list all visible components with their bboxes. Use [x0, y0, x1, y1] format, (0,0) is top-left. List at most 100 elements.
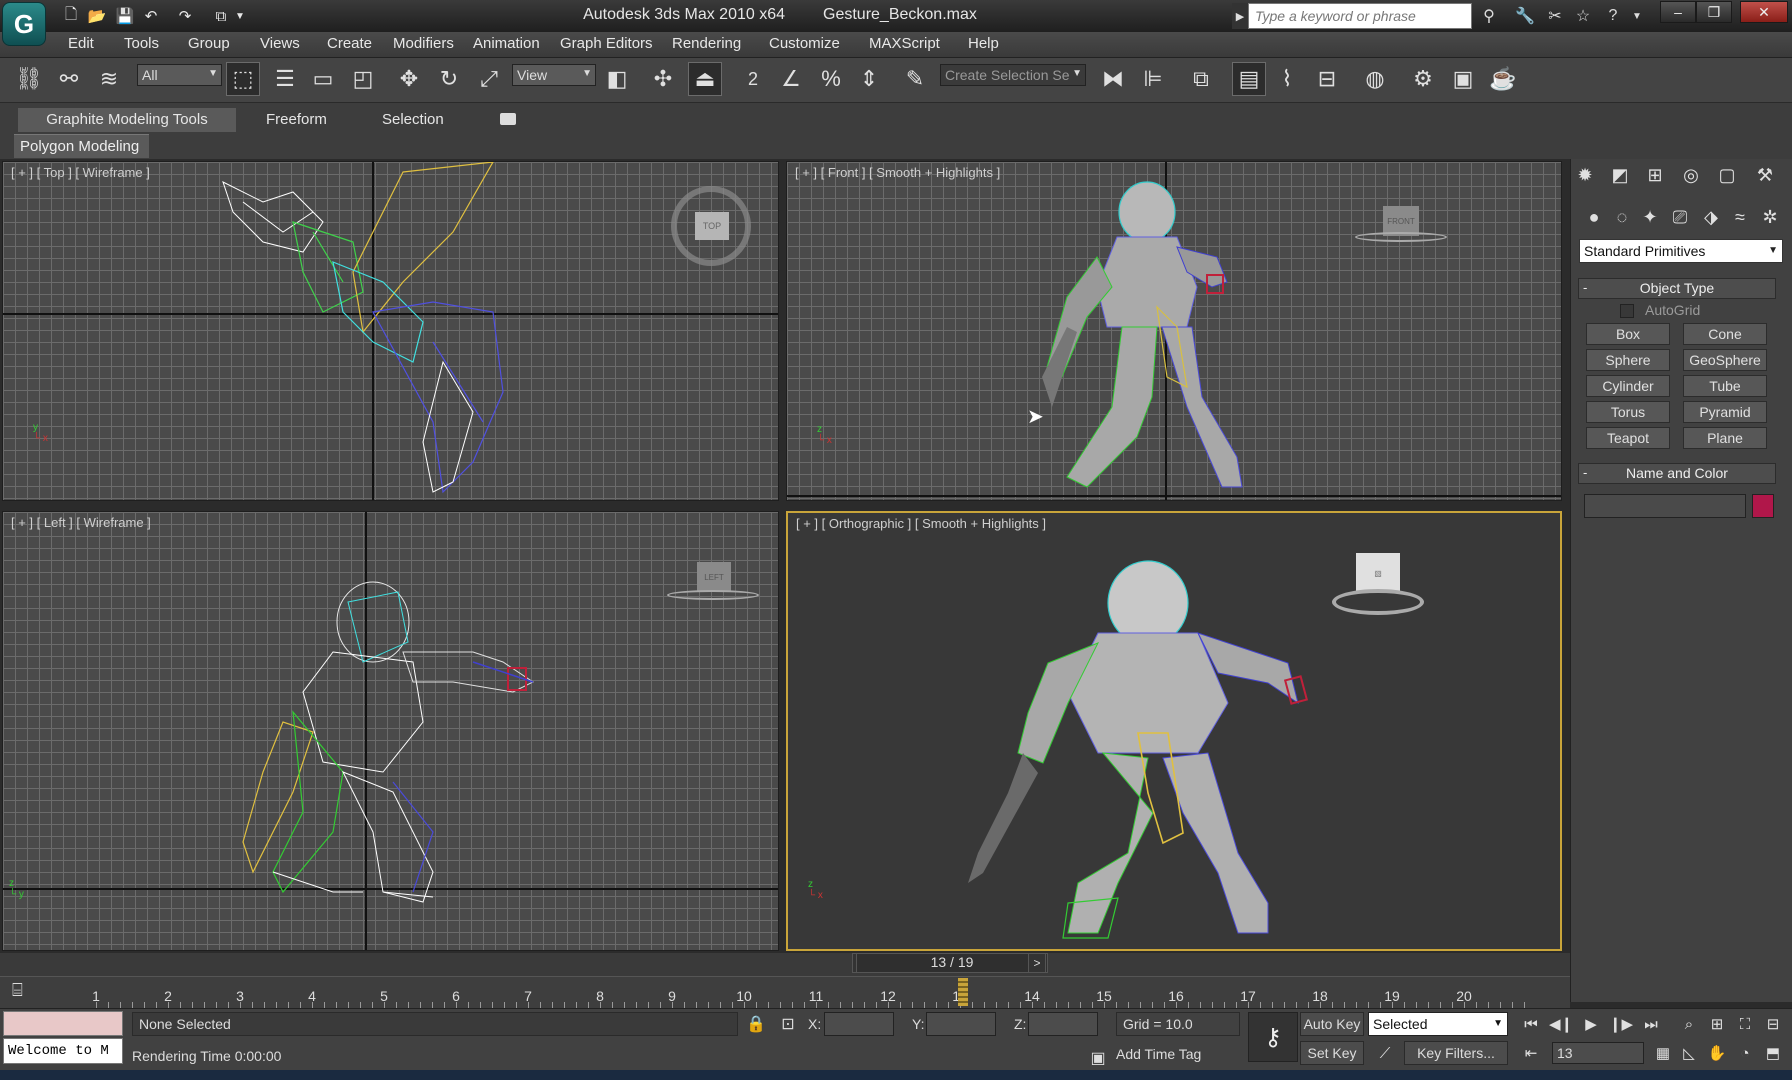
z-coord-field[interactable] — [1028, 1012, 1098, 1036]
torus-button[interactable]: Torus — [1586, 401, 1670, 423]
menu-group[interactable]: Group — [188, 35, 230, 52]
tab-freeform[interactable]: Freeform — [258, 108, 348, 132]
snaps-toggle-icon[interactable]: 2 — [736, 62, 770, 96]
viewcube-left-face[interactable]: LEFT — [697, 562, 731, 592]
polygon-modeling-panel-button[interactable]: Polygon Modeling — [14, 134, 149, 158]
menu-customize[interactable]: Customize — [769, 35, 840, 52]
hierarchy-tab-icon[interactable]: ⊞ — [1642, 162, 1668, 188]
sphere-button[interactable]: Sphere — [1586, 349, 1670, 371]
menu-maxscript[interactable]: MAXScript — [869, 35, 940, 52]
selection-filter-dropdown[interactable]: All — [137, 64, 222, 86]
viewport-front[interactable]: [ + ] [ Front ] [ Smooth + Highlights ] … — [786, 161, 1562, 501]
quick-access-dropdown-icon[interactable]: ▼ — [232, 4, 248, 28]
tab-graphite-modeling-tools[interactable]: Graphite Modeling Tools — [18, 108, 236, 132]
undo-icon[interactable]: ↶ — [138, 4, 164, 28]
menu-animation[interactable]: Animation — [473, 35, 540, 52]
menu-modifiers[interactable]: Modifiers — [393, 35, 454, 52]
go-to-end-icon[interactable]: ⏭ — [1638, 1012, 1664, 1036]
select-and-scale-icon[interactable]: ⤢ — [472, 62, 506, 96]
space-warps-icon[interactable]: ≈ — [1727, 204, 1753, 230]
current-frame-marker[interactable] — [958, 978, 968, 1006]
menu-tools[interactable]: Tools — [124, 35, 159, 52]
render-production-icon[interactable]: ☕ — [1486, 62, 1520, 96]
viewport-left[interactable]: [ + ] [ Left ] [ Wireframe ] LEFT z └ y — [2, 511, 779, 951]
menu-rendering[interactable]: Rendering — [672, 35, 741, 52]
tab-selection[interactable]: Selection — [374, 108, 464, 132]
menu-views[interactable]: Views — [260, 35, 300, 52]
help-icon[interactable]: ? — [1600, 4, 1626, 28]
utilities-tab-icon[interactable]: ⚒ — [1752, 162, 1778, 188]
x-coord-field[interactable] — [824, 1012, 894, 1036]
time-configuration-icon[interactable]: ▦ — [1650, 1041, 1676, 1065]
menu-help[interactable]: Help — [968, 35, 999, 52]
display-tab-icon[interactable]: ▢ — [1714, 162, 1740, 188]
unlink-selection-icon[interactable]: ⚯ — [52, 62, 86, 96]
window-crossing-icon[interactable]: ◰ — [346, 62, 380, 96]
absolute-mode-icon[interactable]: ⊡ — [776, 1012, 800, 1036]
key-filters-button[interactable]: Key Filters... — [1404, 1041, 1508, 1065]
zoom-icon[interactable]: ⌕ — [1676, 1012, 1702, 1036]
use-pivot-center-icon[interactable]: ◧ — [600, 62, 634, 96]
object-color-swatch[interactable] — [1752, 494, 1774, 518]
lock-selection-icon[interactable]: 🔒 — [744, 1012, 768, 1036]
pan-view-icon[interactable]: ✋ — [1704, 1041, 1730, 1065]
minimize-button[interactable]: – — [1660, 1, 1696, 23]
previous-frame-icon[interactable]: ◀❙ — [1548, 1012, 1574, 1036]
search-expand-icon[interactable]: ▶ — [1232, 3, 1248, 29]
shapes-icon[interactable]: ◌ — [1609, 204, 1635, 230]
mirror-icon[interactable]: ⧓ — [1096, 62, 1130, 96]
new-file-icon[interactable]: 🗋 — [58, 4, 84, 28]
zoom-extents-icon[interactable]: ⛶ — [1732, 1012, 1758, 1036]
communication-center-icon[interactable]: ✂ — [1542, 4, 1568, 28]
viewport-orthographic[interactable]: [ + ] [ Orthographic ] [ Smooth + Highli… — [786, 511, 1562, 951]
binoculars-icon[interactable]: ⚲ — [1476, 4, 1502, 28]
box-button[interactable]: Box — [1586, 323, 1670, 345]
zoom-all-icon[interactable]: ⊞ — [1704, 1012, 1730, 1036]
viewcube-orthographic-ring[interactable] — [1332, 589, 1424, 615]
select-and-link-icon[interactable]: ⛓ — [12, 62, 46, 96]
favorites-icon[interactable]: ☆ — [1570, 4, 1596, 28]
current-frame-field[interactable]: 13 — [1552, 1042, 1644, 1064]
default-in-out-tangent-icon[interactable]: ⟋ — [1372, 1041, 1398, 1065]
maxscript-mini-listener-input[interactable]: Welcome to M — [3, 1038, 123, 1064]
viewport-left-label[interactable]: [ + ] [ Left ] [ Wireframe ] — [11, 515, 151, 530]
autogrid-checkbox[interactable] — [1620, 304, 1634, 318]
tube-button[interactable]: Tube — [1683, 375, 1767, 397]
material-editor-icon[interactable]: ◍ — [1358, 62, 1392, 96]
cylinder-button[interactable]: Cylinder — [1586, 375, 1670, 397]
set-key-icon[interactable]: ⚷ — [1248, 1012, 1298, 1062]
name-and-color-rollout[interactable]: - Name and Color — [1578, 463, 1776, 484]
object-type-rollout[interactable]: - Object Type — [1578, 278, 1776, 299]
play-icon[interactable]: ▶ — [1578, 1012, 1604, 1036]
geometry-icon[interactable]: ● — [1581, 204, 1607, 230]
plane-button[interactable]: Plane — [1683, 427, 1767, 449]
lights-icon[interactable]: ✦ — [1637, 204, 1663, 230]
search-input[interactable]: Type a keyword or phrase — [1248, 3, 1472, 29]
edit-named-selections-icon[interactable]: ✎ — [898, 62, 932, 96]
viewport-front-label[interactable]: [ + ] [ Front ] [ Smooth + Highlights ] — [795, 165, 1000, 180]
key-mode-dropdown[interactable]: Selected — [1368, 1012, 1508, 1036]
keyboard-shortcut-override-icon[interactable]: ⏏ — [688, 62, 722, 96]
set-key-button[interactable]: Set Key — [1300, 1041, 1364, 1065]
auto-key-button[interactable]: Auto Key — [1300, 1012, 1364, 1036]
save-icon[interactable]: 💾 — [112, 4, 138, 28]
teapot-button[interactable]: Teapot — [1586, 427, 1670, 449]
select-object-icon[interactable]: ⬚ — [226, 62, 260, 96]
select-by-name-icon[interactable]: ☰ — [268, 62, 302, 96]
select-and-move-icon[interactable]: ✥ — [392, 62, 426, 96]
time-tag-icon[interactable]: ▣ — [1086, 1046, 1110, 1070]
modify-tab-icon[interactable]: ◩ — [1607, 162, 1633, 188]
zoom-extents-all-icon[interactable]: ⊟ — [1760, 1012, 1786, 1036]
viewport-top-label[interactable]: [ + ] [ Top ] [ Wireframe ] — [11, 165, 150, 180]
time-slider-next[interactable]: > — [1028, 953, 1046, 973]
viewcube-front-ring[interactable] — [1355, 232, 1447, 242]
field-of-view-icon[interactable]: ◺ — [1676, 1041, 1702, 1065]
next-frame-icon[interactable]: ❙▶ — [1608, 1012, 1634, 1036]
select-and-rotate-icon[interactable]: ↻ — [432, 62, 466, 96]
render-setup-icon[interactable]: ⚙ — [1406, 62, 1440, 96]
maximize-viewport-icon[interactable]: ⬒ — [1760, 1041, 1786, 1065]
graphite-toggle-icon[interactable]: ▤ — [1232, 62, 1266, 96]
maximize-button[interactable]: ❐ — [1696, 1, 1732, 23]
object-name-field[interactable] — [1584, 494, 1746, 518]
cameras-icon[interactable]: ⎚ — [1667, 204, 1693, 230]
